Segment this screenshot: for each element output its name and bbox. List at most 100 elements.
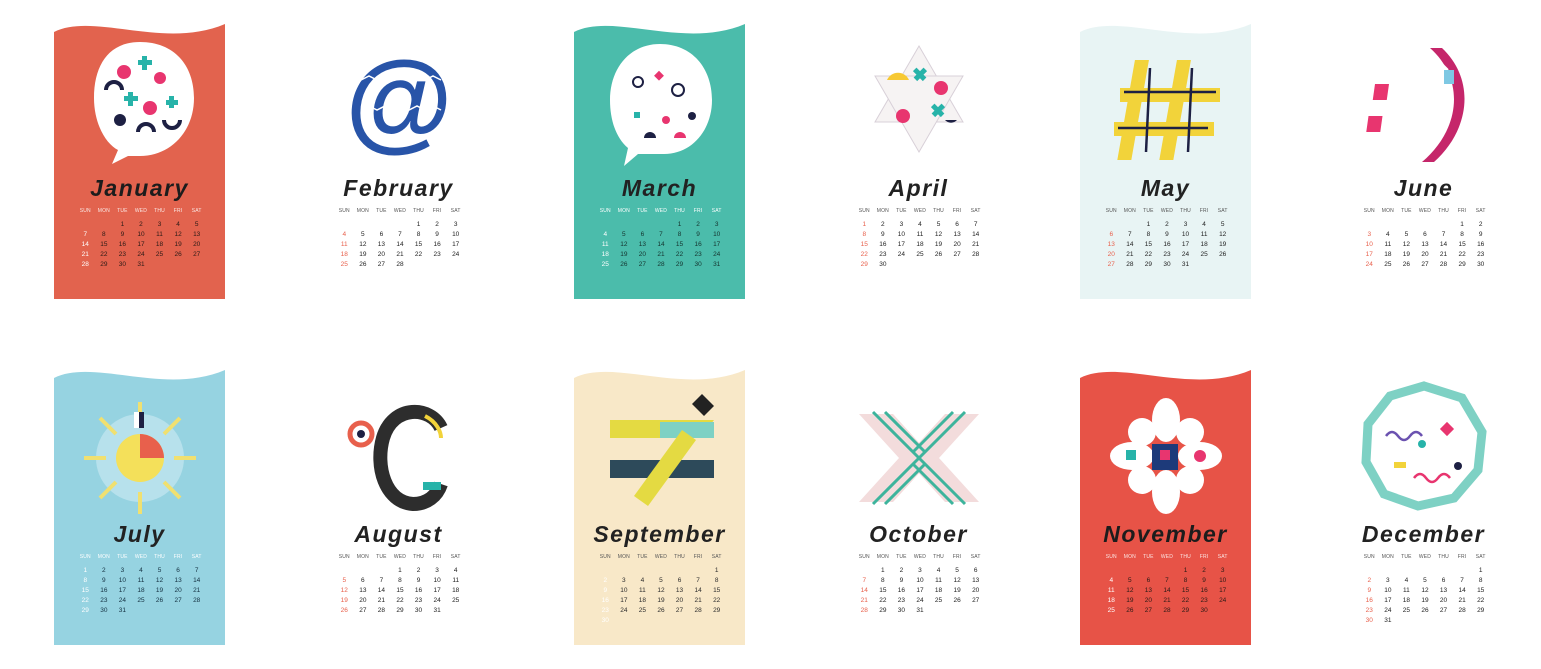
day-cell: 15 [81,586,89,594]
day-cell: 16 [100,586,108,594]
day-cell [615,615,634,625]
day-cell: 27 [1421,260,1429,268]
day-cell: 22 [414,250,423,258]
day-cell: 7 [973,220,978,228]
day-cell [187,259,206,269]
month-title: July [113,521,166,547]
week-row: 7 8 9 10 11 12 13 [855,575,985,585]
month-title: February [343,175,454,201]
weekday-header: TUE [1143,554,1154,560]
day-cell: 3 [1367,230,1372,238]
day-cell [1121,219,1140,229]
day-cell: 24 [1219,596,1227,604]
day-cell: 9 [120,230,125,238]
day-cell: 31 [433,606,441,614]
day-cell: 8 [862,230,867,238]
day-cell: 25 [601,260,609,268]
day-cell: 26 [953,596,961,604]
week-row: 12 [1360,219,1490,229]
day-cell: 18 [916,240,924,248]
month-grid: SUN MON TUE WED THU FRI SAT 1 2 3 4 5 6 7 8 9 10 11 12 13 14… [335,208,465,269]
day-cell: 7 [379,576,384,584]
day-cell: 27 [359,606,367,614]
day-cell: 30 [1365,616,1373,624]
day-cell: 12 [359,240,367,248]
day-cell: 1 [398,566,402,574]
day-cell [1434,565,1453,575]
week-row: 1 2 3 4 5 6 [855,565,985,575]
weekday-header: SUN [338,208,350,214]
day-cell: 21 [81,250,89,258]
day-cell: 17 [1219,586,1227,594]
day-cell: 28 [972,250,980,258]
calendar-card-september: September SUN MON TUE WED THU FRI SAT 1 2 3 4 5 6 7 8 9 1… [574,366,745,645]
day-cell: 16 [1365,596,1373,604]
weekday-header: MON [617,554,630,560]
weekday-header: FRI [693,554,703,560]
day-cell: 2 [899,566,904,574]
day-cell [150,259,169,269]
day-cell: 8 [416,230,421,238]
day-cell: 1 [120,220,125,228]
day-cell [892,259,911,269]
day-cell: 4 [176,220,180,228]
day-cell: 9 [603,586,608,594]
day-cell [169,259,188,269]
day-cell: 11 [1403,586,1410,594]
weekday-header: TUE [1401,554,1412,560]
day-cell: 3 [899,220,904,228]
day-cell: 24 [1365,260,1373,268]
week-row: 18 19 20 21 22 23 24 [335,249,465,259]
day-cell: 29 [81,606,89,614]
month-title: April [888,175,949,201]
day-cell: 29 [1458,260,1466,268]
calendar-card-february: @ February SUN MON TUE WED THU FRI SAT 1 2 3 4 5 6 7 8 9… [313,20,484,299]
day-cell: 9 [1202,576,1206,584]
day-cell: 8 [881,576,885,584]
weekday-header: TUE [1143,208,1154,214]
week-row: 25 26 27 28 29 30 31 [596,259,726,269]
month-title: March [621,175,698,201]
weekday-header: SAT [711,208,722,214]
day-cell: 30 [879,260,887,268]
day-cell: 2 [1478,220,1483,228]
day-cell [689,615,708,625]
week-row: 21 22 23 24 25 26 27 [855,595,985,605]
day-cell: 20 [638,250,647,258]
day-cell: 30 [1200,606,1208,614]
day-cell: 19 [1421,596,1429,604]
day-cell: 13 [193,230,201,238]
day-cell: 12 [934,230,943,238]
day-cell: 12 [657,586,665,594]
weekday-header: MON [876,554,889,560]
day-cell: 30 [897,606,906,614]
day-cell: 11 [340,240,348,248]
day-cell: 1 [677,220,682,228]
day-cell [1416,615,1435,625]
week-row: 23 24 25 26 27 28 29 [1360,605,1490,615]
day-cell: 29 [860,260,868,268]
week-row: 1 [596,565,726,575]
day-cell: 2 [435,220,439,228]
weekday-header: THU [154,554,165,560]
day-cell: 17 [897,240,906,248]
weekday-header: SAT [1217,554,1228,560]
day-cell: 24 [620,606,628,614]
day-cell: 21 [377,596,386,604]
day-cell: 10 [452,230,460,238]
day-cell: 15 [414,240,423,248]
day-cell [596,565,615,575]
day-cell: 29 [713,606,721,614]
day-cell: 6 [361,576,365,584]
day-cell: 22 [81,596,89,604]
week-row: 18 19 20 21 22 23 24 [1102,595,1232,605]
day-cell: 1 [1478,566,1483,574]
day-cell: 7 [83,230,88,238]
day-cell: 19 [953,586,961,594]
month-title: August [354,521,443,547]
hash-icon [1114,60,1220,160]
week-row: 15 16 17 18 19 20 21 [855,239,985,249]
day-cell [633,565,652,575]
day-cell: 20 [174,586,182,594]
day-cell: 23 [1200,596,1208,604]
